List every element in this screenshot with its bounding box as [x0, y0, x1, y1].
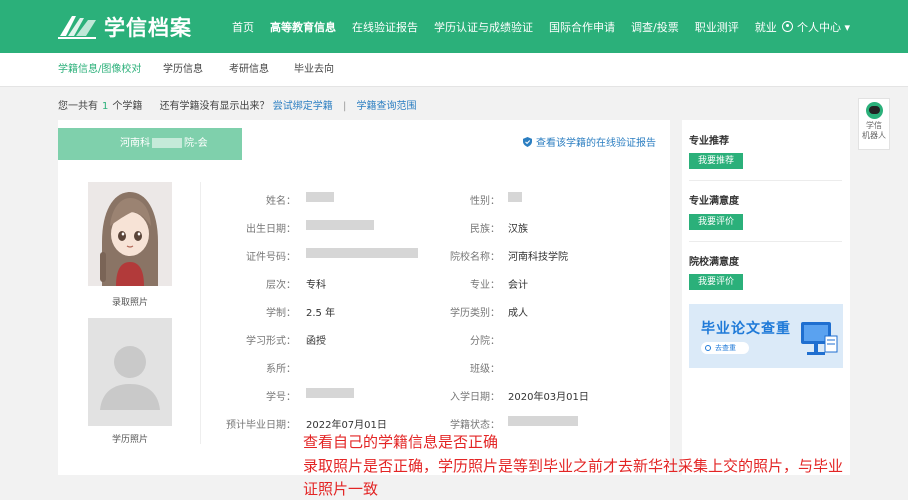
redacted-gender — [508, 192, 522, 202]
school-name-left: 河南科 — [120, 138, 150, 149]
field-label-department: 系所： — [266, 364, 296, 375]
field-value-degree-type: 成人 — [508, 308, 528, 319]
field-value-enrollment-date: 2020年03月01日 — [508, 392, 589, 403]
school-tab: 河南科 院-会 — [58, 128, 242, 160]
field-label-ethnicity: 民族： — [470, 224, 500, 235]
banner-check-button[interactable]: 去查重 — [701, 342, 749, 354]
field-label-school-name: 院校名称： — [450, 252, 500, 263]
verify-link-label: 查看该学籍的在线验证报告 — [536, 138, 656, 149]
field-label-birthdate: 出生日期： — [246, 224, 296, 235]
subnav-graduate-destination[interactable]: 毕业去向 — [294, 53, 334, 87]
field-label-enrollment-status: 学籍状态： — [450, 420, 500, 431]
thesis-check-banner[interactable]: 毕业论文查重 去查重 — [689, 304, 843, 368]
main-nav: 首页 高等教育信息 在线验证报告 学历认证与成绩验证 国际合作申请 调查/投票 … — [232, 0, 793, 53]
admission-photo — [88, 182, 172, 286]
field-label-degree-type: 学历类别： — [450, 308, 500, 319]
user-icon — [781, 21, 793, 32]
field-value-study-mode: 函授 — [306, 336, 326, 347]
annotation-line-1: 查看自己的学籍信息是否正确 — [303, 433, 499, 451]
nav-international-cooperation[interactable]: 国际合作申请 — [549, 19, 615, 35]
user-center-menu[interactable]: 个人中心 ▾ — [781, 0, 850, 53]
logo[interactable]: 学信档案 — [58, 12, 192, 42]
redacted-birthdate — [306, 220, 374, 230]
shield-icon — [523, 136, 532, 147]
count-prefix: 您一共有 — [58, 101, 98, 112]
annotation-line-2: 录取照片是否正确，学历照片是等到毕业之前才去新华社采集上交的照片，与毕业 — [303, 457, 844, 475]
field-value-duration: 2.5 年 — [306, 308, 336, 319]
field-value-level: 专科 — [306, 280, 326, 291]
field-value-ethnicity: 汉族 — [508, 224, 528, 235]
side-title-major-recommend: 专业推荐 — [689, 136, 729, 147]
bind-enrollment-link[interactable]: 尝试绑定学籍 — [273, 101, 333, 112]
redacted-student-id — [306, 388, 354, 398]
field-value-school-name: 河南科技学院 — [508, 252, 568, 263]
recommend-button[interactable]: 我要推荐 — [689, 153, 743, 169]
subnav-enrollment-info[interactable]: 学籍信息/图像校对 — [58, 53, 141, 87]
count-suffix: 个学籍 — [112, 101, 143, 112]
nav-employment[interactable]: 就业 — [755, 19, 777, 35]
field-label-major: 专业： — [470, 280, 500, 291]
nav-survey-vote[interactable]: 调查/投票 — [631, 19, 679, 35]
field-label-id-number: 证件号码： — [246, 252, 296, 263]
column-divider — [200, 182, 201, 444]
enrollment-count-row: 您一共有 1 个学籍 还有学籍没有显示出来？ 尝试绑定学籍 | 学籍查询范围 — [58, 97, 417, 112]
side-title-school-satisfaction: 院校满意度 — [689, 257, 739, 268]
field-label-name: 姓名： — [266, 196, 296, 207]
nav-higher-education[interactable]: 高等教育信息 — [270, 19, 336, 35]
anime-girl-avatar-icon — [88, 182, 172, 286]
subnav-degree-info[interactable]: 学历信息 — [163, 53, 203, 87]
redacted-enrollment-status — [508, 416, 578, 426]
robot-label-2: 机器人 — [862, 131, 886, 140]
enrollment-card: 河南科 院-会 查看该学籍的在线验证报告 录取照片 学历照片 姓名： 出生日期：… — [58, 120, 670, 475]
field-label-expected-graduation: 预计毕业日期： — [226, 420, 296, 431]
annotation-line-3: 证照片一致 — [303, 480, 379, 498]
field-label-branch: 分院： — [470, 336, 500, 347]
field-label-student-id: 学号： — [266, 392, 296, 403]
monitor-illustration-icon — [801, 322, 838, 355]
chat-robot-widget[interactable]: 学信 机器人 — [858, 98, 890, 150]
side-divider — [689, 180, 842, 181]
field-label-enrollment-date: 入学日期： — [450, 392, 500, 403]
sub-nav: 学籍信息/图像校对 学历信息 考研信息 毕业去向 — [0, 53, 908, 87]
enrollment-count: 1 — [102, 101, 109, 112]
side-panel: 专业推荐 我要推荐 专业满意度 我要评价 院校满意度 我要评价 毕业论文查重 去… — [682, 120, 850, 475]
top-header: 学信档案 首页 高等教育信息 在线验证报告 学历认证与成绩验证 国际合作申请 调… — [0, 0, 908, 53]
field-value-expected-graduation: 2022年07月01日 — [306, 420, 387, 431]
verify-report-link[interactable]: 查看该学籍的在线验证报告 — [523, 134, 656, 149]
nav-online-verification[interactable]: 在线验证报告 — [352, 19, 418, 35]
person-silhouette-icon — [88, 318, 172, 426]
logo-text: 学信档案 — [104, 16, 192, 40]
robot-label-1: 学信 — [866, 121, 882, 130]
user-center-label: 个人中心 ▾ — [796, 20, 850, 34]
degree-photo — [88, 318, 172, 426]
redaction-blur — [152, 138, 182, 148]
field-value-major: 会计 — [508, 280, 528, 291]
degree-photo-caption: 学历照片 — [111, 435, 148, 445]
redacted-name — [306, 192, 334, 202]
redacted-id-number — [306, 248, 418, 258]
missing-question: 还有学籍没有显示出来？ — [159, 101, 270, 112]
admission-photo-caption: 录取照片 — [111, 298, 148, 308]
subnav-postgrad-info[interactable]: 考研信息 — [229, 53, 269, 87]
field-label-class: 班级： — [470, 364, 500, 375]
field-label-level: 层次： — [266, 280, 296, 291]
school-name-right: 院-会 — [184, 138, 208, 149]
school-rate-button[interactable]: 我要评价 — [689, 274, 743, 290]
field-label-duration: 学制： — [266, 308, 296, 319]
robot-icon — [865, 102, 883, 119]
field-label-study-mode: 学习形式： — [246, 336, 296, 347]
nav-home[interactable]: 首页 — [232, 19, 254, 35]
nav-career-assessment[interactable]: 职业测评 — [695, 19, 739, 35]
field-label-gender: 性别： — [470, 196, 500, 207]
major-rate-button[interactable]: 我要评价 — [689, 214, 743, 230]
separator: | — [342, 101, 347, 112]
side-title-major-satisfaction: 专业满意度 — [689, 196, 739, 207]
nav-degree-certification[interactable]: 学历认证与成绩验证 — [434, 19, 533, 35]
query-range-link[interactable]: 学籍查询范围 — [357, 101, 417, 112]
banner-title: 毕业论文查重 — [701, 321, 791, 337]
book-logo-icon — [58, 16, 96, 39]
side-divider — [689, 241, 842, 242]
